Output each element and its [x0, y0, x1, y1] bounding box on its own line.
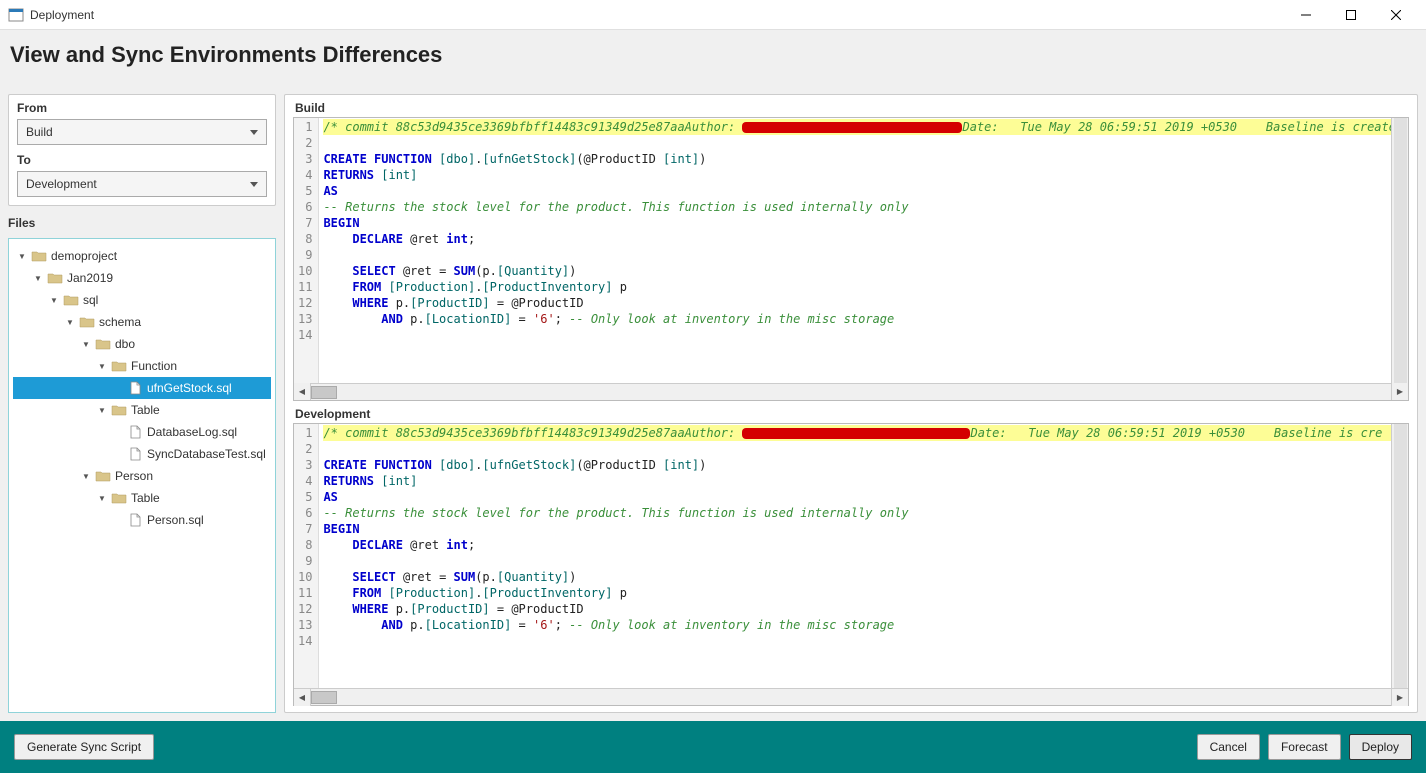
vscroll-bottom[interactable]	[1391, 424, 1408, 689]
tree-folder[interactable]: ▼ Table	[13, 487, 271, 509]
diff-top-title: Build	[293, 101, 1409, 115]
to-dropdown[interactable]: Development	[17, 171, 267, 197]
tree-caret-icon[interactable]	[113, 427, 123, 437]
folder-icon	[111, 491, 127, 505]
diff-panel: Build 1234567891011121314 /* commit 88c5…	[284, 94, 1418, 713]
tree-folder[interactable]: ▼ demoproject	[13, 245, 271, 267]
hscroll-left-icon[interactable]: ◀	[294, 689, 311, 706]
hscroll-top[interactable]: ◀ ▶	[294, 383, 1408, 400]
tree-folder[interactable]: ▼ sql	[13, 289, 271, 311]
tree-file[interactable]: ufnGetStock.sql	[13, 377, 271, 399]
line-gutter-top: 1234567891011121314	[294, 118, 319, 383]
diff-bottom-section: Development 1234567891011121314 /* commi…	[293, 407, 1409, 707]
tree-item-label: ufnGetStock.sql	[147, 381, 232, 395]
page-header: View and Sync Environments Differences	[0, 30, 1426, 86]
forecast-button[interactable]: Forecast	[1268, 734, 1341, 760]
minimize-button[interactable]	[1283, 1, 1328, 29]
vscroll-top[interactable]	[1391, 118, 1408, 383]
file-tree: ▼ demoproject ▼ Jan2019 ▼ sql ▼ schema ▼ dbo ▼ Func…	[8, 238, 276, 713]
code-body-bottom: /* commit 88c53d9435ce3369bfbff14483c913…	[319, 424, 1391, 689]
tree-item-label: Table	[131, 403, 160, 417]
tree-item-label: DatabaseLog.sql	[147, 425, 237, 439]
app-icon	[8, 7, 24, 23]
tree-item-label: Jan2019	[67, 271, 113, 285]
tree-caret-icon[interactable]: ▼	[65, 317, 75, 327]
tree-caret-icon[interactable]: ▼	[49, 295, 59, 305]
diff-top-section: Build 1234567891011121314 /* commit 88c5…	[293, 101, 1409, 401]
title-bar: Deployment	[0, 0, 1426, 30]
tree-caret-icon[interactable]: ▼	[81, 339, 91, 349]
tree-item-label: Function	[131, 359, 177, 373]
cancel-button[interactable]: Cancel	[1197, 734, 1260, 760]
folder-icon	[47, 271, 63, 285]
tree-caret-icon[interactable]	[113, 515, 123, 525]
tree-item-label: SyncDatabaseTest.sql	[147, 447, 266, 461]
hscroll-bottom[interactable]: ◀ ▶	[294, 688, 1408, 705]
from-value: Build	[26, 125, 53, 139]
folder-icon	[111, 403, 127, 417]
code-body-top: /* commit 88c53d9435ce3369bfbff14483c913…	[319, 118, 1391, 383]
left-panel: From Build To Development Files ▼ demopro…	[8, 94, 276, 713]
folder-icon	[95, 337, 111, 351]
generate-sync-script-button[interactable]: Generate Sync Script	[14, 734, 154, 760]
folder-icon	[95, 469, 111, 483]
tree-caret-icon[interactable]: ▼	[17, 251, 27, 261]
footer-bar: Generate Sync Script Cancel Forecast Dep…	[0, 721, 1426, 773]
code-editor-bottom[interactable]: 1234567891011121314 /* commit 88c53d9435…	[293, 423, 1409, 707]
tree-file[interactable]: DatabaseLog.sql	[13, 421, 271, 443]
folder-icon	[111, 359, 127, 373]
tree-folder[interactable]: ▼ Jan2019	[13, 267, 271, 289]
file-icon	[127, 447, 143, 461]
tree-folder[interactable]: ▼ Function	[13, 355, 271, 377]
code-editor-top[interactable]: 1234567891011121314 /* commit 88c53d9435…	[293, 117, 1409, 401]
hscroll-right-icon[interactable]: ▶	[1391, 383, 1408, 400]
hscroll-left-icon[interactable]: ◀	[294, 383, 311, 400]
tree-item-label: Person.sql	[147, 513, 204, 527]
tree-caret-icon[interactable]	[113, 383, 123, 393]
diff-bottom-title: Development	[293, 407, 1409, 421]
tree-caret-icon[interactable]: ▼	[97, 405, 107, 415]
deploy-button[interactable]: Deploy	[1349, 734, 1412, 760]
file-icon	[127, 381, 143, 395]
folder-icon	[79, 315, 95, 329]
tree-caret-icon[interactable]: ▼	[97, 493, 107, 503]
tree-caret-icon[interactable]: ▼	[81, 471, 91, 481]
folder-icon	[63, 293, 79, 307]
tree-folder[interactable]: ▼ Table	[13, 399, 271, 421]
tree-item-label: dbo	[115, 337, 135, 351]
tree-folder[interactable]: ▼ schema	[13, 311, 271, 333]
file-icon	[127, 513, 143, 527]
tree-item-label: demoproject	[51, 249, 117, 263]
close-button[interactable]	[1373, 1, 1418, 29]
tree-folder[interactable]: ▼ dbo	[13, 333, 271, 355]
content-area: From Build To Development Files ▼ demopro…	[0, 86, 1426, 721]
tree-caret-icon[interactable]: ▼	[97, 361, 107, 371]
folder-icon	[31, 249, 47, 263]
hscroll-right-icon[interactable]: ▶	[1391, 689, 1408, 706]
tree-item-label: Person	[115, 469, 153, 483]
tree-file[interactable]: SyncDatabaseTest.sql	[13, 443, 271, 465]
tree-caret-icon[interactable]: ▼	[33, 273, 43, 283]
files-label: Files	[8, 216, 276, 230]
tree-item-label: Table	[131, 491, 160, 505]
window-title: Deployment	[30, 8, 1283, 22]
from-dropdown[interactable]: Build	[17, 119, 267, 145]
tree-caret-icon[interactable]	[113, 449, 123, 459]
from-label: From	[17, 101, 267, 115]
from-section: From Build To Development	[8, 94, 276, 206]
maximize-button[interactable]	[1328, 1, 1373, 29]
to-label: To	[17, 153, 267, 167]
tree-folder[interactable]: ▼ Person	[13, 465, 271, 487]
tree-item-label: schema	[99, 315, 141, 329]
window-controls	[1283, 1, 1418, 29]
page-title: View and Sync Environments Differences	[10, 42, 1416, 68]
file-icon	[127, 425, 143, 439]
tree-file[interactable]: Person.sql	[13, 509, 271, 531]
to-value: Development	[26, 177, 97, 191]
tree-item-label: sql	[83, 293, 98, 307]
line-gutter-bottom: 1234567891011121314	[294, 424, 319, 689]
